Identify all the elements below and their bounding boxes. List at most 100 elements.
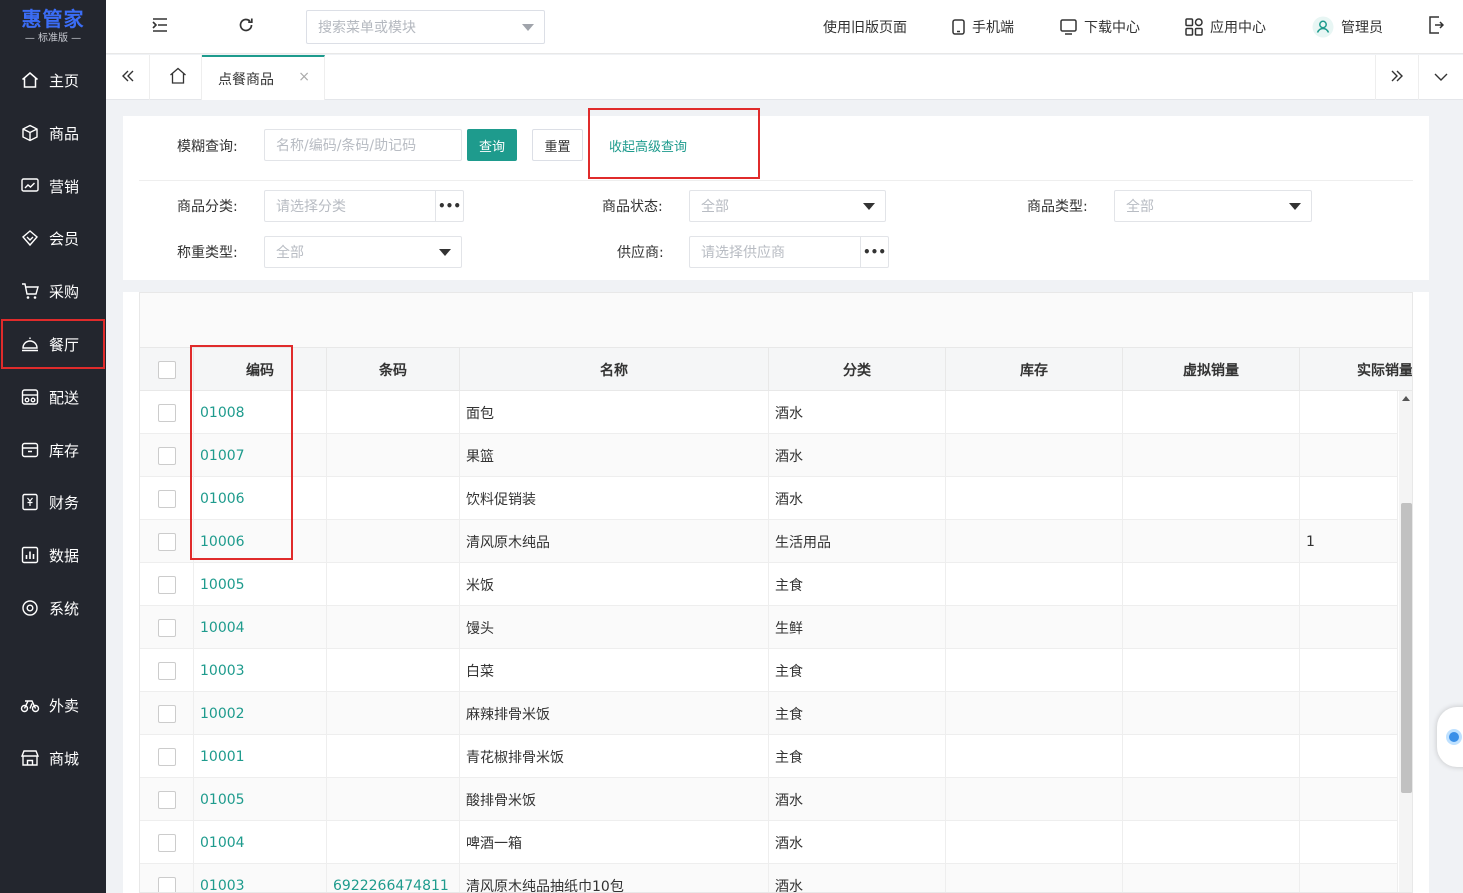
- header-select-all[interactable]: [140, 348, 194, 391]
- scroll-up-icon[interactable]: [1402, 396, 1410, 401]
- cell-barcode[interactable]: [327, 778, 460, 821]
- checkbox[interactable]: [157, 403, 176, 422]
- cell-code[interactable]: 01006: [194, 477, 327, 520]
- cell-barcode[interactable]: [327, 735, 460, 778]
- reset-button[interactable]: 重置: [532, 129, 583, 161]
- cell-code[interactable]: 10004: [194, 606, 327, 649]
- cell-code[interactable]: 10005: [194, 563, 327, 606]
- cell-code[interactable]: 01004: [194, 821, 327, 864]
- col-header-code[interactable]: 编码: [194, 348, 327, 391]
- more-dots-icon[interactable]: •••: [435, 191, 463, 221]
- cell-barcode[interactable]: [327, 391, 460, 434]
- sidebar-item-9[interactable]: 数据: [0, 529, 106, 581]
- old-page-link[interactable]: 使用旧版页面: [823, 0, 907, 54]
- row-select-cell[interactable]: [140, 692, 194, 735]
- row-select-cell[interactable]: [140, 391, 194, 434]
- col-header-barcode[interactable]: 条码: [327, 348, 460, 391]
- cell-code[interactable]: 01003: [194, 864, 327, 892]
- checkbox[interactable]: [157, 618, 176, 637]
- sidebar-item-7[interactable]: 库存: [0, 424, 106, 476]
- row-select-cell[interactable]: [140, 477, 194, 520]
- cell-code[interactable]: 10006: [194, 520, 327, 563]
- checkbox[interactable]: [157, 790, 176, 809]
- table-row[interactable]: 10001 青花椒排骨米饭 主食: [140, 735, 1398, 778]
- cell-barcode[interactable]: [327, 821, 460, 864]
- cell-barcode[interactable]: [327, 606, 460, 649]
- checkbox[interactable]: [157, 704, 176, 723]
- collapse-advanced-link[interactable]: 收起高级查询: [609, 136, 687, 155]
- checkbox[interactable]: [157, 876, 176, 892]
- download-center-button[interactable]: 下载中心: [1060, 0, 1140, 54]
- sidebar-item-11[interactable]: 外卖: [0, 679, 106, 731]
- cell-code[interactable]: 10002: [194, 692, 327, 735]
- row-select-cell[interactable]: [140, 778, 194, 821]
- cell-code[interactable]: 01008: [194, 391, 327, 434]
- checkbox[interactable]: [157, 446, 176, 465]
- row-select-cell[interactable]: [140, 821, 194, 864]
- cell-barcode[interactable]: [327, 692, 460, 735]
- table-row[interactable]: 01007 果篮 酒水: [140, 434, 1398, 477]
- more-dots-icon[interactable]: •••: [860, 237, 888, 267]
- col-header-name[interactable]: 名称: [460, 348, 769, 391]
- sidebar-item-6[interactable]: 配送: [0, 371, 106, 423]
- tab-scroll-left-button[interactable]: [106, 55, 150, 100]
- checkbox[interactable]: [157, 747, 176, 766]
- col-header-actual-sales[interactable]: 实际销量: [1300, 348, 1412, 391]
- table-row[interactable]: 01005 酸排骨米饭 酒水: [140, 778, 1398, 821]
- weigh-type-select[interactable]: 全部: [264, 236, 462, 268]
- refresh-button[interactable]: [230, 0, 262, 54]
- row-select-cell[interactable]: [140, 606, 194, 649]
- cell-barcode[interactable]: [327, 649, 460, 692]
- row-select-cell[interactable]: [140, 649, 194, 692]
- table-row[interactable]: 01003 6922266474811 清风原木纯品抽纸巾10包 酒水: [140, 864, 1398, 892]
- scrollbar-thumb[interactable]: [1401, 503, 1412, 793]
- checkbox[interactable]: [157, 575, 176, 594]
- app-center-button[interactable]: 应用中心: [1185, 0, 1266, 54]
- menu-collapse-button[interactable]: [144, 0, 176, 54]
- cell-code[interactable]: 01007: [194, 434, 327, 477]
- vertical-scrollbar[interactable]: [1399, 391, 1412, 892]
- assistant-float-button[interactable]: [1437, 707, 1463, 767]
- col-header-stock[interactable]: 库存: [946, 348, 1123, 391]
- cell-barcode[interactable]: [327, 477, 460, 520]
- sidebar-item-3[interactable]: 会员: [0, 212, 106, 264]
- sidebar-item-4[interactable]: 采购: [0, 265, 106, 317]
- checkbox[interactable]: [157, 489, 176, 508]
- sidebar-item-8[interactable]: 财务: [0, 476, 106, 528]
- cell-barcode[interactable]: [327, 520, 460, 563]
- row-select-cell[interactable]: [140, 735, 194, 778]
- sidebar-item-5[interactable]: 餐厅: [0, 318, 106, 370]
- table-row[interactable]: 01008 面包 酒水: [140, 391, 1398, 434]
- sidebar-item-0[interactable]: 主页: [0, 54, 106, 106]
- checkbox[interactable]: [157, 532, 176, 551]
- tab-close-icon[interactable]: ×: [298, 69, 310, 85]
- cell-code[interactable]: 10003: [194, 649, 327, 692]
- tab-menu-button[interactable]: [1419, 55, 1463, 100]
- row-select-cell[interactable]: [140, 563, 194, 606]
- type-select[interactable]: 全部: [1114, 190, 1312, 222]
- status-select[interactable]: 全部: [689, 190, 886, 222]
- sidebar-item-10[interactable]: 系统: [0, 582, 106, 634]
- checkbox[interactable]: [157, 833, 176, 852]
- table-row[interactable]: 10004 馒头 生鲜: [140, 606, 1398, 649]
- checkbox[interactable]: [157, 360, 176, 379]
- fuzzy-query-input[interactable]: 名称/编码/条码/助记码: [264, 129, 462, 161]
- table-row[interactable]: 10006 清风原木纯品 生活用品 1: [140, 520, 1398, 563]
- table-row[interactable]: 10002 麻辣排骨米饭 主食: [140, 692, 1398, 735]
- tab-dine-products[interactable]: 点餐商品 ×: [202, 55, 325, 100]
- query-button[interactable]: 查询: [467, 129, 517, 161]
- sidebar-item-12[interactable]: 商城: [0, 732, 106, 784]
- table-row[interactable]: 01006 饮料促销装 酒水: [140, 477, 1398, 520]
- col-header-virtual-sales[interactable]: 虚拟销量: [1123, 348, 1300, 391]
- cell-barcode[interactable]: 6922266474811: [327, 864, 460, 892]
- table-row[interactable]: 10005 米饭 主食: [140, 563, 1398, 606]
- sidebar-item-1[interactable]: 商品: [0, 107, 106, 159]
- row-select-cell[interactable]: [140, 864, 194, 892]
- col-header-category[interactable]: 分类: [769, 348, 946, 391]
- cell-code[interactable]: 01005: [194, 778, 327, 821]
- cell-barcode[interactable]: [327, 563, 460, 606]
- mobile-button[interactable]: 手机端: [952, 0, 1014, 54]
- tab-scroll-right-button[interactable]: [1375, 55, 1419, 100]
- row-select-cell[interactable]: [140, 520, 194, 563]
- cell-barcode[interactable]: [327, 434, 460, 477]
